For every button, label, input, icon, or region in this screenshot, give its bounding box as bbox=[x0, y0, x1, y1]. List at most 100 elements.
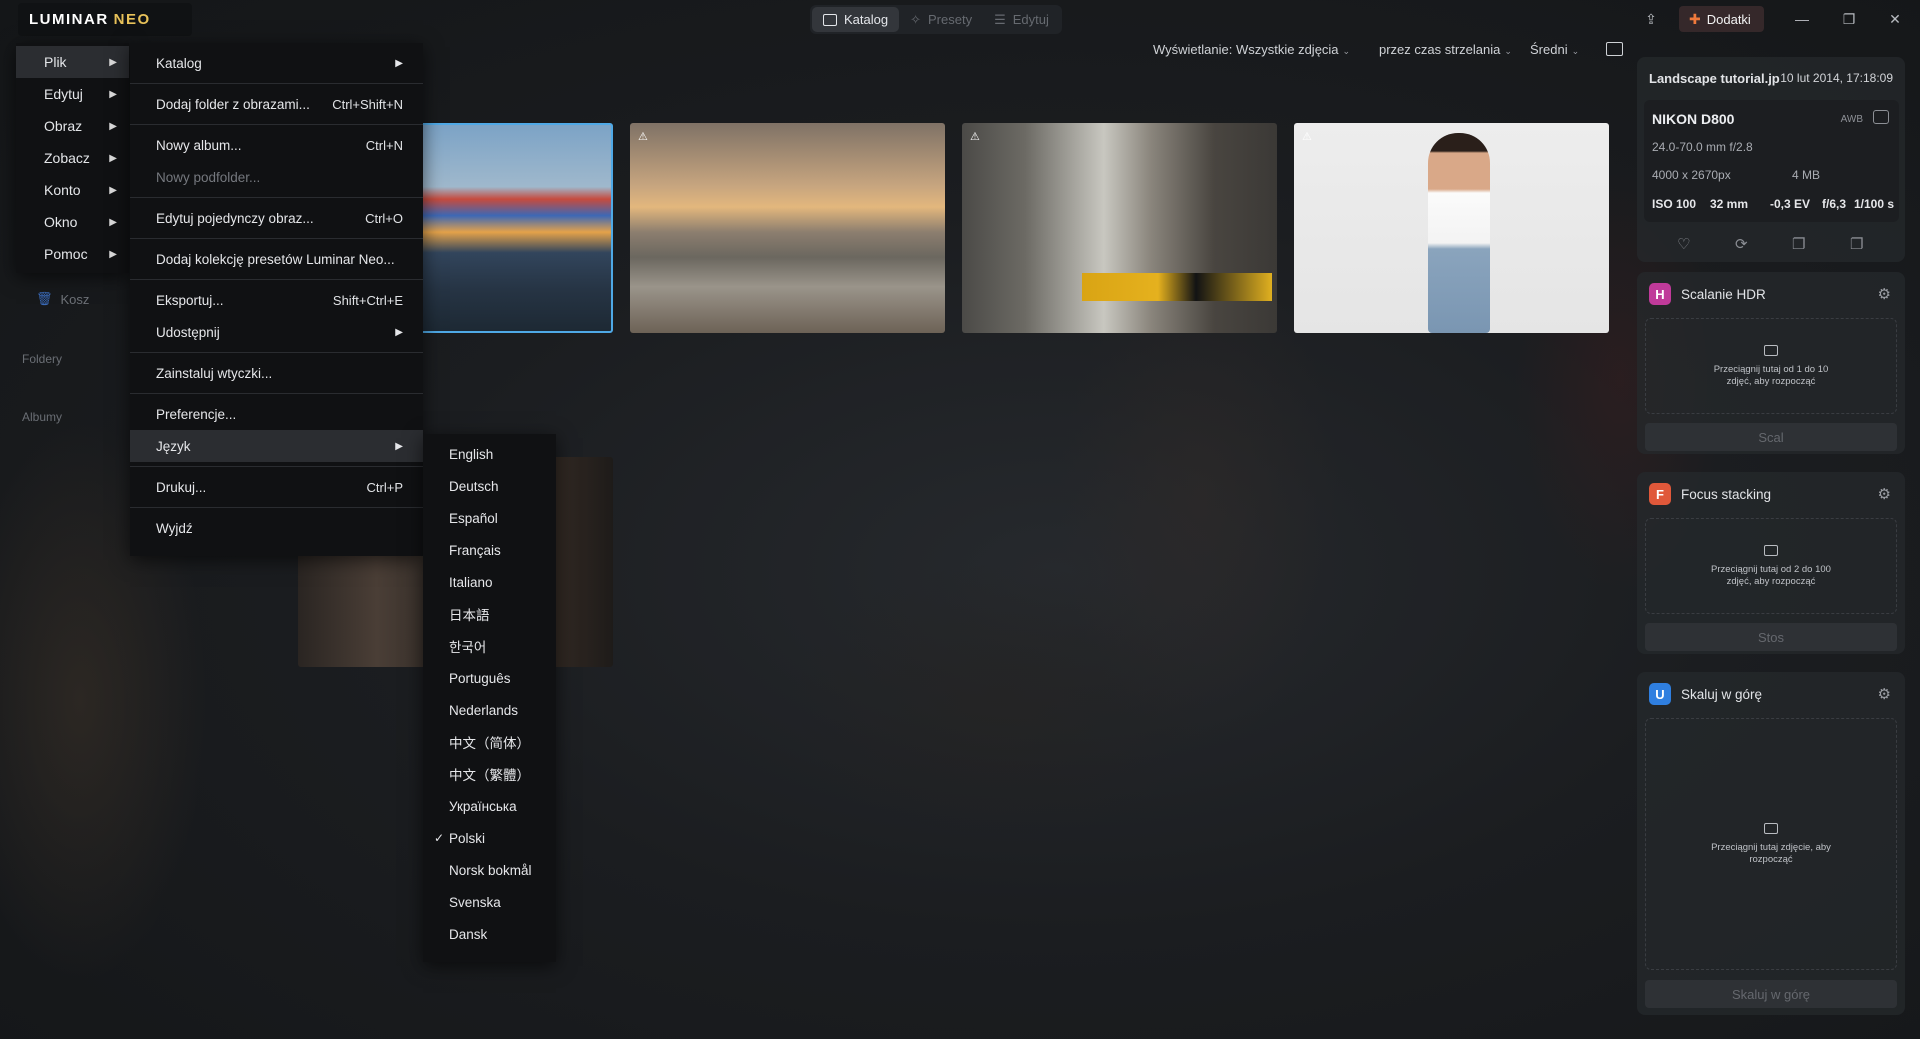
language-option[interactable]: Français bbox=[423, 534, 556, 566]
language-option[interactable]: Svenska bbox=[423, 886, 556, 918]
language-option[interactable]: English bbox=[423, 438, 556, 470]
photo-thumbnail-selected[interactable] bbox=[420, 123, 613, 333]
panel-toggle-icon[interactable] bbox=[1606, 42, 1623, 56]
menu-item-katalog[interactable]: Katalog ▶ bbox=[130, 47, 423, 79]
gear-icon[interactable]: ⚙ bbox=[1878, 685, 1891, 703]
share-icon[interactable]: ⇪ bbox=[1640, 8, 1662, 30]
submenu-arrow-icon: ▶ bbox=[109, 216, 117, 228]
copy-icon[interactable]: ❐ bbox=[1792, 235, 1805, 253]
addons-button[interactable]: ✚ Dodatki bbox=[1679, 6, 1764, 32]
mode-switcher: Katalog ✧ Presety ☰ Edytuj bbox=[810, 5, 1062, 34]
menu-item-edit-single[interactable]: Edytuj pojedynczy obraz... Ctrl+O bbox=[130, 202, 423, 234]
logo-accent: NEO bbox=[113, 11, 151, 28]
menu-item-install-plugins[interactable]: Zainstaluj wtyczki... bbox=[130, 357, 423, 389]
language-option[interactable]: Español bbox=[423, 502, 556, 534]
sort-label: przez czas strzelania bbox=[1379, 42, 1501, 57]
display-filter-label: Wyświetlanie: Wszystkie zdjęcia bbox=[1153, 42, 1339, 57]
menu-okno[interactable]: Okno ▶ bbox=[16, 206, 129, 238]
drop-zone[interactable]: Przeciągnij tutaj zdjęcie, aby rozpocząć bbox=[1645, 718, 1897, 970]
menu-item-language[interactable]: Język ▶ bbox=[130, 430, 423, 462]
menu-item-label: Eksportuj... bbox=[156, 292, 224, 308]
language-label: 中文（繁體） bbox=[449, 768, 530, 783]
upscale-button[interactable]: Skaluj w górę bbox=[1645, 980, 1897, 1008]
language-label: Español bbox=[449, 510, 498, 526]
menu-item-new-album[interactable]: Nowy album... Ctrl+N bbox=[130, 129, 423, 161]
rotate-icon[interactable]: ⟳ bbox=[1735, 235, 1748, 253]
camera-model: NIKON D800 bbox=[1652, 111, 1735, 127]
stack-button[interactable]: Stos bbox=[1645, 623, 1897, 651]
menu-obraz[interactable]: Obraz ▶ bbox=[16, 110, 129, 142]
language-option[interactable]: Português bbox=[423, 662, 556, 694]
tool-title: Skaluj w górę bbox=[1681, 686, 1763, 702]
language-label: Dansk bbox=[449, 926, 488, 942]
photo-thumbnail[interactable]: ⚠ bbox=[1294, 123, 1609, 333]
display-filter[interactable]: Wyświetlanie: Wszystkie zdjęcia ⌄ bbox=[1153, 42, 1350, 57]
menu-item-print[interactable]: Drukuj... Ctrl+P bbox=[130, 471, 423, 503]
thumb-size-dropdown[interactable]: Średni ⌄ bbox=[1530, 42, 1579, 57]
heart-icon[interactable]: ♡ bbox=[1677, 235, 1690, 253]
tool-header: H Scalanie HDR bbox=[1649, 283, 1766, 305]
menu-item-label: Nowy podfolder... bbox=[156, 169, 261, 185]
app-logo[interactable]: LUMINAR NEO bbox=[18, 3, 192, 36]
language-label: English bbox=[449, 446, 494, 462]
checkmark-icon: ✓ bbox=[434, 831, 445, 845]
menu-label: Pomoc bbox=[44, 246, 88, 262]
tab-presety[interactable]: ✧ Presety bbox=[899, 7, 983, 32]
language-option[interactable]: 한국어 bbox=[423, 630, 556, 662]
menu-item-quit[interactable]: Wyjdź bbox=[130, 512, 423, 544]
menu-item-add-presets[interactable]: Dodaj kolekcję presetów Luminar Neo... bbox=[130, 243, 423, 275]
camera-info-box: NIKON D800 AWB 24.0-70.0 mm f/2.8 4000 x… bbox=[1644, 100, 1899, 222]
photo-thumbnail[interactable]: ⚠ bbox=[630, 123, 945, 333]
language-option[interactable]: 中文（繁體） bbox=[423, 758, 556, 790]
menu-zobacz[interactable]: Zobacz ▶ bbox=[16, 142, 129, 174]
language-option[interactable]: Norsk bokmål bbox=[423, 854, 556, 886]
minimize-button[interactable]: — bbox=[1791, 8, 1813, 30]
tab-label: Katalog bbox=[844, 12, 889, 27]
sidebar-item-trash[interactable]: 🗑 Kosz bbox=[36, 291, 89, 307]
language-option[interactable]: Nederlands bbox=[423, 694, 556, 726]
tab-edytuj[interactable]: ☰ Edytuj bbox=[983, 7, 1060, 32]
sort-dropdown[interactable]: przez czas strzelania ⌄ bbox=[1379, 42, 1512, 57]
drop-zone[interactable]: Przeciągnij tutaj od 2 do 100 zdjęć, aby… bbox=[1645, 518, 1897, 614]
menu-plik[interactable]: Plik ▶ bbox=[16, 46, 129, 78]
language-option[interactable]: 日本語 bbox=[423, 598, 556, 630]
lens-info: 24.0-70.0 mm f/2.8 bbox=[1652, 140, 1753, 154]
image-info-panel: Landscape tutorial.jp 10 lut 2014, 17:18… bbox=[1637, 57, 1905, 262]
language-option[interactable]: Deutsch bbox=[423, 470, 556, 502]
submenu-arrow-icon: ▶ bbox=[395, 440, 403, 452]
menu-item-label: Udostępnij bbox=[156, 324, 220, 340]
menu-item-export[interactable]: Eksportuj... Shift+Ctrl+E bbox=[130, 284, 423, 316]
menu-pomoc[interactable]: Pomoc ▶ bbox=[16, 238, 129, 270]
tab-katalog[interactable]: Katalog bbox=[812, 7, 900, 32]
language-option[interactable]: Українська bbox=[423, 790, 556, 822]
language-option[interactable]: Dansk bbox=[423, 918, 556, 950]
language-label: Norsk bokmål bbox=[449, 862, 532, 878]
language-label: Português bbox=[449, 670, 511, 686]
compare-icon[interactable]: ❐ bbox=[1850, 235, 1863, 253]
merge-button[interactable]: Scal bbox=[1645, 423, 1897, 451]
language-option[interactable]: 中文（简体） bbox=[423, 726, 556, 758]
menu-item-add-folder[interactable]: Dodaj folder z obrazami... Ctrl+Shift+N bbox=[130, 88, 423, 120]
language-label: Italiano bbox=[449, 574, 493, 590]
sidebar-albums-heading[interactable]: Albumy bbox=[22, 410, 62, 424]
language-option-selected[interactable]: ✓ Polski bbox=[423, 822, 556, 854]
menu-edytuj[interactable]: Edytuj ▶ bbox=[16, 78, 129, 110]
shortcut-label: Ctrl+O bbox=[365, 210, 403, 226]
restore-button[interactable]: ❐ bbox=[1838, 8, 1860, 30]
exif-focal-length: 32 mm bbox=[1710, 197, 1749, 211]
close-button[interactable]: ✕ bbox=[1884, 8, 1906, 30]
menu-konto[interactable]: Konto ▶ bbox=[16, 174, 129, 206]
gear-icon[interactable]: ⚙ bbox=[1878, 285, 1891, 303]
menu-item-preferences[interactable]: Preferencje... bbox=[130, 398, 423, 430]
gear-icon[interactable]: ⚙ bbox=[1878, 485, 1891, 503]
file-size: 4 MB bbox=[1792, 168, 1821, 182]
drop-zone[interactable]: Przeciągnij tutaj od 1 do 10 zdjęć, aby … bbox=[1645, 318, 1897, 414]
shortcut-label: Ctrl+N bbox=[365, 137, 403, 153]
menu-label: Zobacz bbox=[44, 150, 90, 166]
language-option[interactable]: Italiano bbox=[423, 566, 556, 598]
menu-item-share[interactable]: Udostępnij ▶ bbox=[130, 316, 423, 348]
photo-thumbnail[interactable]: ⚠ bbox=[962, 123, 1277, 333]
submenu-arrow-icon: ▶ bbox=[395, 326, 403, 338]
sidebar-folders-heading[interactable]: Foldery bbox=[22, 352, 62, 366]
trash-icon: 🗑 bbox=[36, 291, 53, 306]
